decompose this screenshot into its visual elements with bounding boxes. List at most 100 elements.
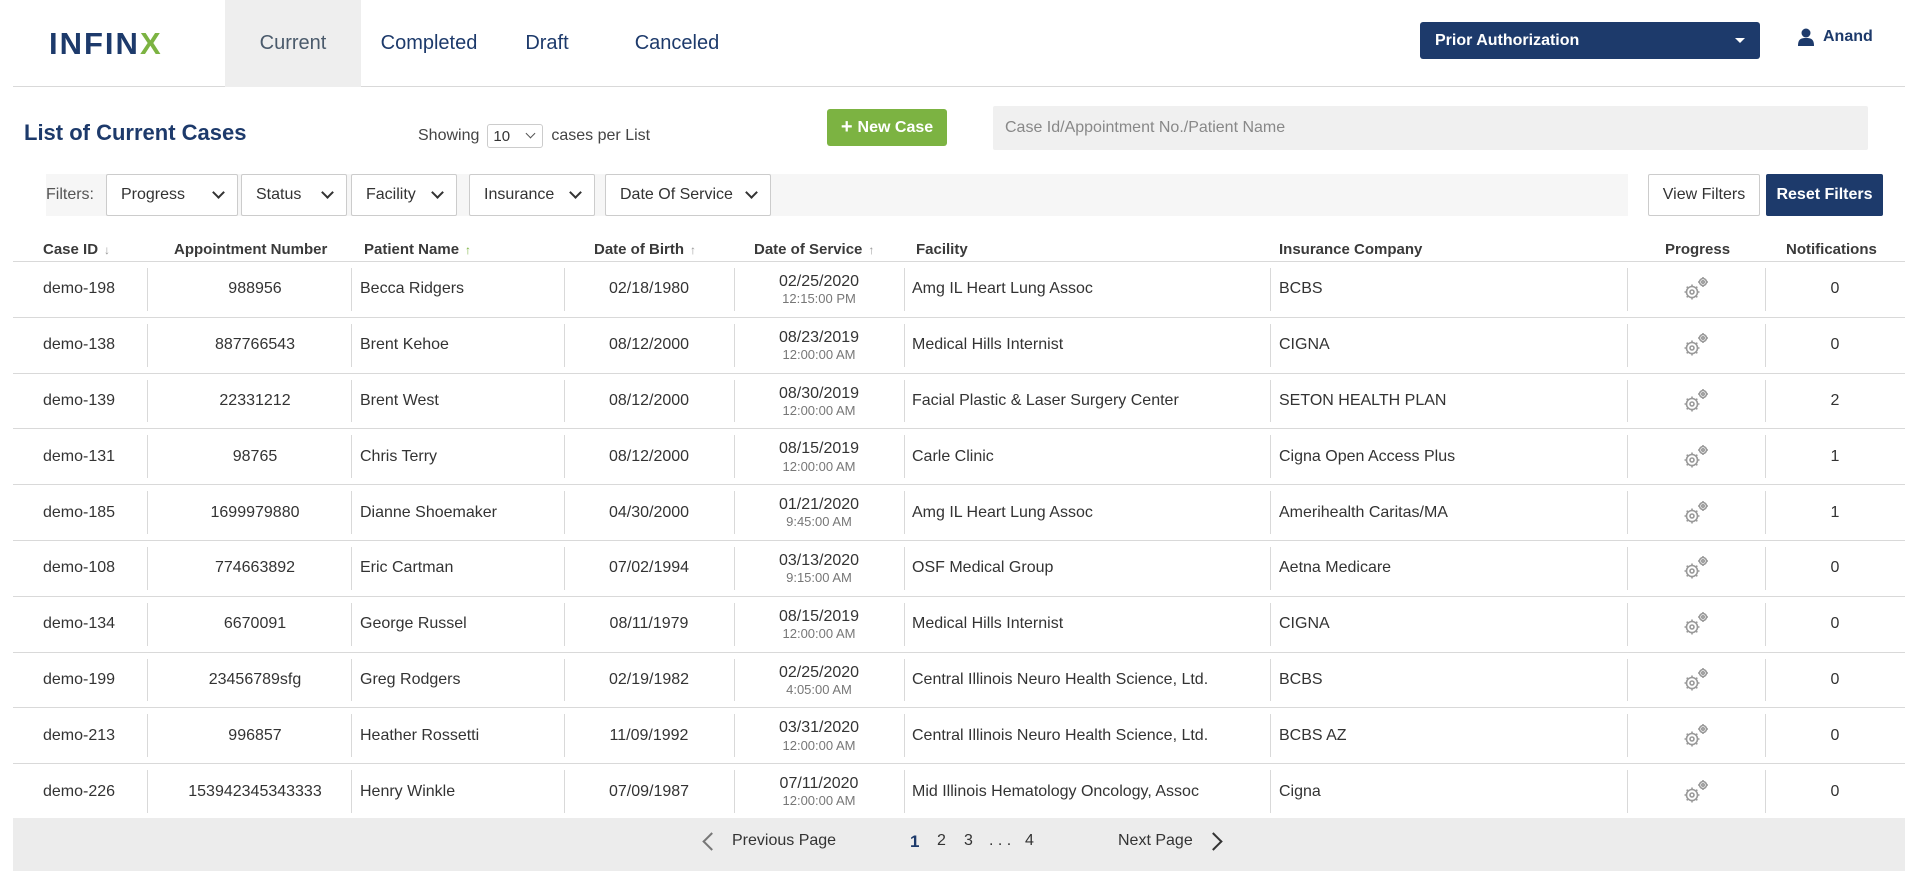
cell-patient-name: Brent Kehoe [360, 336, 449, 354]
filter-insurance[interactable]: Insurance [469, 174, 595, 216]
user-menu[interactable]: Anand [1798, 28, 1873, 46]
cell-appointment: 23456789sfg [208, 670, 302, 688]
chevron-down-icon [745, 186, 758, 199]
cell-insurance: Cigna [1279, 782, 1321, 800]
page-1-link[interactable]: 1 [910, 832, 919, 852]
cell-case-id[interactable]: demo-185 [43, 485, 115, 540]
column-header-patient-name[interactable]: Patient Name ↑ [364, 241, 471, 258]
table-row[interactable]: demo-185 1699979880 Dianne Shoemaker 04/… [13, 485, 1905, 541]
progress-gear-icon[interactable] [1627, 764, 1765, 819]
cases-table-body: demo-198 988956 Becca Ridgers 02/18/1980… [13, 262, 1905, 820]
column-header-date-of-birth[interactable]: Date of Birth ↑ [594, 241, 696, 258]
case-tabs: Current Completed Draft Canceled [225, 0, 757, 87]
sort-icon: ↑ [868, 243, 875, 257]
chevron-left-icon [702, 831, 721, 851]
progress-gear-icon[interactable] [1627, 708, 1765, 763]
next-page-button[interactable]: Next Page [1118, 831, 1223, 851]
chevron-down-icon [321, 186, 334, 199]
progress-gear-icon[interactable] [1627, 429, 1765, 484]
cell-notifications: 2 [1830, 391, 1840, 409]
cell-notifications: 0 [1830, 280, 1840, 298]
cell-case-id[interactable]: demo-198 [43, 262, 115, 317]
plus-icon: + [840, 116, 853, 138]
infinx-logo[interactable]: INFINX [49, 26, 163, 62]
page-2-link[interactable]: 2 [937, 832, 946, 850]
progress-gear-icon[interactable] [1627, 597, 1765, 652]
sort-icon: ↓ [104, 243, 111, 257]
column-header-case-id[interactable]: Case ID ↓ [43, 241, 110, 258]
cell-insurance: Cigna Open Access Plus [1279, 447, 1456, 465]
chevron-down-icon [525, 128, 536, 139]
page-4-link[interactable]: 4 [1025, 832, 1034, 850]
cell-insurance: CIGNA [1279, 615, 1330, 633]
previous-page-button[interactable]: Previous Page [702, 831, 836, 851]
cell-case-id[interactable]: demo-199 [43, 653, 115, 708]
per-page-control: Showing 10 cases per List [418, 124, 650, 148]
tab-canceled[interactable]: Canceled [597, 0, 757, 87]
column-header-date-of-service[interactable]: Date of Service ↑ [754, 241, 874, 258]
table-row[interactable]: demo-139 22331212 Brent West 08/12/2000 … [13, 374, 1905, 430]
new-case-button[interactable]: + New Case [827, 109, 947, 146]
table-row[interactable]: demo-199 23456789sfg Greg Rodgers 02/19/… [13, 653, 1905, 709]
cell-case-id[interactable]: demo-134 [43, 597, 115, 652]
progress-gear-icon[interactable] [1627, 653, 1765, 708]
cell-notifications: 0 [1830, 336, 1840, 354]
table-row[interactable]: demo-131 98765 Chris Terry 08/12/2000 08… [13, 429, 1905, 486]
column-header-insurance: Insurance Company [1279, 241, 1423, 258]
cell-date-of-birth: 08/12/2000 [608, 391, 690, 409]
column-header-progress: Progress [1665, 241, 1731, 258]
cell-case-id[interactable]: demo-131 [43, 429, 115, 484]
table-row[interactable]: demo-198 988956 Becca Ridgers 02/18/1980… [13, 262, 1905, 318]
reset-filters-button[interactable]: Reset Filters [1766, 174, 1883, 216]
progress-gear-icon[interactable] [1627, 318, 1765, 373]
tab-draft[interactable]: Draft [497, 0, 597, 87]
module-select[interactable]: Prior Authorization [1420, 22, 1760, 59]
cell-facility: Mid Illinois Hematology Oncology, Assoc [912, 782, 1199, 800]
cell-case-id[interactable]: demo-213 [43, 708, 115, 763]
filter-progress[interactable]: Progress [106, 174, 238, 216]
progress-gear-icon[interactable] [1627, 262, 1765, 317]
cell-date-of-service: 08/15/2019 12:00:00 AM [778, 440, 860, 474]
cell-facility: Amg IL Heart Lung Assoc [912, 280, 1093, 298]
progress-gear-icon[interactable] [1627, 485, 1765, 540]
cell-date-of-birth: 11/09/1992 [609, 726, 689, 744]
cell-appointment: 98765 [232, 447, 278, 465]
cell-date-of-birth: 07/09/1987 [608, 782, 690, 800]
progress-gear-icon[interactable] [1627, 374, 1765, 429]
table-row[interactable]: demo-108 774663892 Eric Cartman 07/02/19… [13, 541, 1905, 597]
cell-appointment: 996857 [228, 726, 282, 744]
cell-date-of-service: 01/21/2020 9:45:00 AM [778, 496, 860, 530]
view-filters-button[interactable]: View Filters [1648, 174, 1760, 216]
cell-patient-name: George Russel [360, 615, 467, 633]
per-page-select[interactable]: 10 [487, 124, 544, 148]
filter-date-of-service[interactable]: Date Of Service [605, 174, 771, 216]
cell-case-id[interactable]: demo-138 [43, 318, 115, 373]
tab-current[interactable]: Current [225, 0, 361, 87]
cell-case-id[interactable]: demo-139 [43, 374, 115, 429]
filter-status[interactable]: Status [241, 174, 347, 216]
table-row[interactable]: demo-226 153942345343333 Henry Winkle 07… [13, 764, 1905, 820]
case-search-input[interactable]: Case Id/Appointment No./Patient Name [993, 106, 1868, 150]
cell-insurance: BCBS [1279, 670, 1323, 688]
cell-case-id[interactable]: demo-108 [43, 541, 115, 596]
column-header-appointment: Appointment Number [174, 241, 328, 258]
cell-date-of-service: 08/30/2019 12:00:00 AM [778, 384, 860, 418]
cell-facility: Facial Plastic & Laser Surgery Center [912, 391, 1179, 409]
progress-gear-icon[interactable] [1627, 541, 1765, 596]
cell-facility: Medical Hills Internist [912, 615, 1064, 633]
per-page-suffix: cases per List [551, 127, 651, 144]
cell-notifications: 0 [1830, 559, 1840, 577]
table-row[interactable]: demo-213 996857 Heather Rossetti 11/09/1… [13, 708, 1905, 765]
cell-case-id[interactable]: demo-226 [43, 764, 115, 819]
filter-facility[interactable]: Facility [351, 174, 457, 216]
new-case-label: New Case [857, 118, 934, 136]
cell-notifications: 0 [1830, 670, 1840, 688]
table-row[interactable]: demo-134 6670091 George Russel 08/11/197… [13, 597, 1905, 653]
page-3-link[interactable]: 3 [964, 832, 973, 850]
cell-date-of-birth: 08/12/2000 [608, 447, 690, 465]
tab-completed[interactable]: Completed [361, 0, 497, 87]
module-select-value: Prior Authorization [1435, 31, 1580, 49]
per-page-value: 10 [493, 127, 511, 145]
table-row[interactable]: demo-138 887766543 Brent Kehoe 08/12/200… [13, 318, 1905, 374]
cell-appointment: 22331212 [219, 391, 291, 409]
